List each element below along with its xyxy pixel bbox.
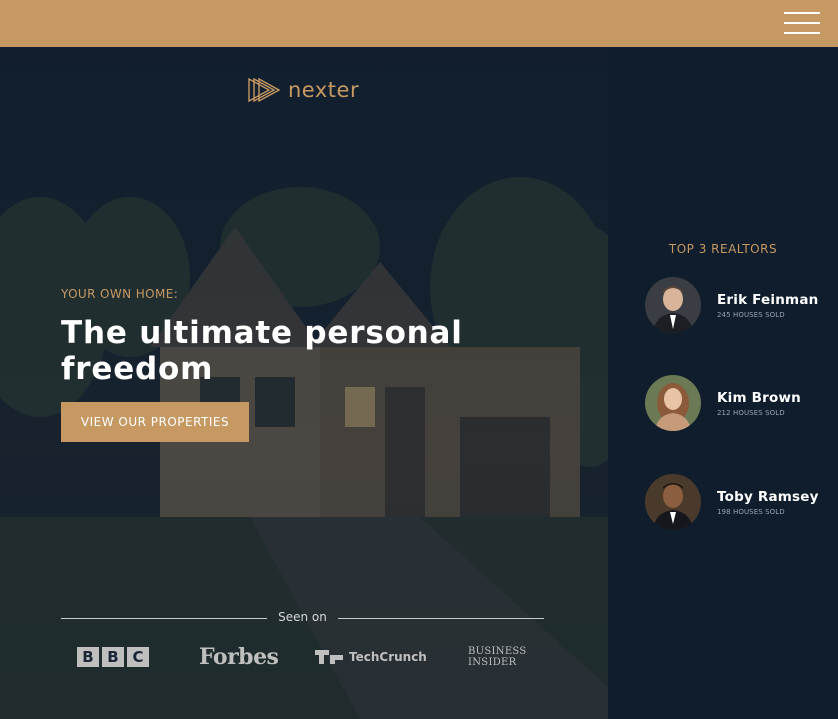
techcrunch-text: TechCrunch — [349, 650, 427, 664]
realtor-houses-sold: 212 HOUSES SOLD — [717, 408, 785, 417]
realtor-name: Erik Feinman — [717, 291, 819, 308]
bbc-letter: B — [77, 647, 99, 667]
techcrunch-mark-icon — [315, 650, 343, 664]
realtor-houses-sold: 198 HOUSES SOLD — [717, 507, 785, 516]
bbc-letter: B — [102, 647, 124, 667]
forbes-logo: Forbes — [199, 644, 279, 670]
business-insider-line2: INSIDER — [468, 657, 517, 668]
hero-section: nexter YOUR OWN HOME: The ultimate perso… — [0, 47, 608, 719]
bbc-letter: C — [127, 647, 149, 667]
top-navigation-bar — [0, 0, 838, 47]
business-insider-line1: BUSINESS — [468, 646, 527, 657]
bbc-logo: B B C — [77, 637, 149, 677]
business-insider-logo: BUSINESS INSIDER — [468, 637, 527, 677]
logo-text: nexter — [288, 78, 360, 102]
hero-eyebrow: YOUR OWN HOME: — [61, 287, 179, 301]
menu-line — [784, 12, 820, 14]
hero-headline: The ultimate personal freedom — [61, 315, 463, 387]
realtor-name: Kim Brown — [717, 389, 801, 406]
sidebar-title: TOP 3 REALTORS — [668, 242, 778, 256]
realtor-card[interactable]: Erik Feinman 245 HOUSES SOLD — [645, 277, 835, 333]
avatar — [645, 474, 701, 530]
hamburger-icon[interactable] — [784, 11, 820, 35]
divider-line-right — [338, 618, 544, 619]
realtor-houses-sold: 245 HOUSES SOLD — [717, 310, 785, 319]
menu-line — [784, 22, 820, 24]
realtor-card[interactable]: Kim Brown 212 HOUSES SOLD — [645, 375, 835, 431]
menu-line — [784, 32, 820, 34]
realtor-card[interactable]: Toby Ramsey 198 HOUSES SOLD — [645, 474, 835, 530]
avatar — [645, 375, 701, 431]
seen-on-label: Seen on — [278, 610, 327, 624]
realtors-sidebar: TOP 3 REALTORS Erik Feinman 245 HOUSES S… — [608, 47, 838, 719]
view-properties-button[interactable]: VIEW OUR PROPERTIES — [61, 402, 249, 442]
logo[interactable]: nexter — [248, 77, 359, 103]
seen-on-divider: Seen on — [61, 610, 544, 626]
triple-play-icon — [248, 77, 280, 103]
realtor-name: Toby Ramsey — [717, 488, 819, 505]
avatar — [645, 277, 701, 333]
techcrunch-logo: TechCrunch — [315, 637, 427, 677]
